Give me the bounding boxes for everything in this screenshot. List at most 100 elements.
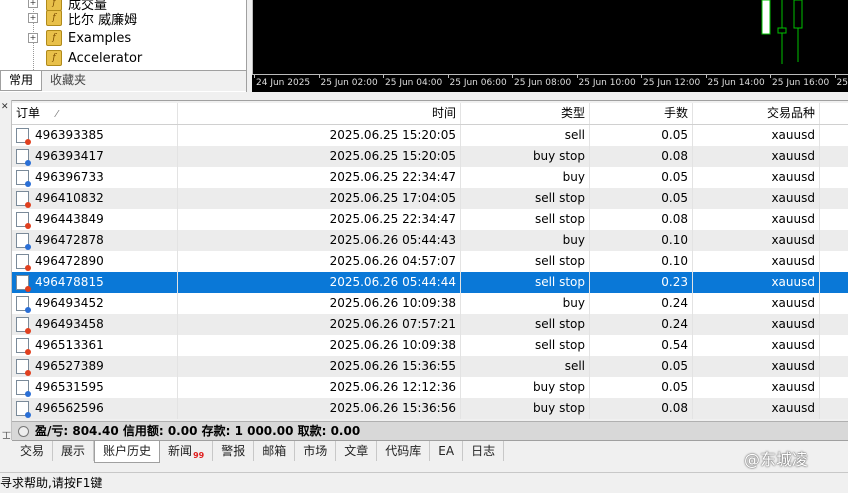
order-side-dot xyxy=(25,223,31,229)
time-tick-label: 24 Jun 2025 xyxy=(256,78,310,88)
tab-label: 日志 xyxy=(471,444,495,458)
navigator-item[interactable]: +fExamples xyxy=(30,29,131,47)
order-side-dot xyxy=(25,370,31,376)
candle-body xyxy=(762,0,770,34)
navigator-tab[interactable]: 常用 xyxy=(0,71,42,91)
order-type: sell xyxy=(461,356,590,377)
order-number: 496393385 xyxy=(35,128,104,142)
table-row[interactable]: 4965273892025.06.26 15:36:55sell0.05xauu… xyxy=(12,356,848,377)
terminal-tabs: 交易展示账户历史新闻99警报邮箱市场文章代码库 EA 日志 xyxy=(12,440,848,463)
sell-order-icon xyxy=(16,338,29,353)
time-tick-label: 25 Jun 08:00 xyxy=(514,78,571,88)
order-number: 496493452 xyxy=(35,296,104,310)
order-type: sell stop xyxy=(461,251,590,272)
buy-order-icon xyxy=(16,401,29,416)
tab-9[interactable]: EA xyxy=(430,441,463,461)
table-row[interactable]: 4964934582025.06.26 07:57:21sell stop0.2… xyxy=(12,314,848,335)
order-number: 496472890 xyxy=(35,254,104,268)
column-header-type[interactable]: 类型 xyxy=(461,103,590,124)
order-number: 496472878 xyxy=(35,233,104,247)
buy-order-icon xyxy=(16,149,29,164)
column-header-volume[interactable]: 手数 xyxy=(590,103,693,124)
time-tick-label: 25 Jun 14:00 xyxy=(708,78,765,88)
history-table: 订单⁄ 时间 类型 手数 交易品种 496393385 2025.06.25 15… xyxy=(12,103,848,419)
table-row[interactable]: 4963933852025.06.25 15:20:05sell0.05xauu… xyxy=(12,125,848,146)
order-volume: 0.08 xyxy=(590,146,693,167)
tab-4[interactable]: 警报 xyxy=(213,441,254,461)
table-row[interactable]: 4964728902025.06.26 04:57:07sell stop0.1… xyxy=(12,251,848,272)
order-cell: 496410832 xyxy=(12,188,178,209)
time-tick xyxy=(383,74,384,78)
row-filler xyxy=(820,167,848,188)
indicator-folder-icon: f xyxy=(46,10,62,26)
tab-label: 代码库 xyxy=(385,444,421,458)
order-symbol: xauusd xyxy=(693,377,820,398)
order-time: 2025.06.25 15:20:05 xyxy=(178,125,461,146)
order-number: 496513361 xyxy=(35,338,104,352)
table-row[interactable]: 4964728782025.06.26 05:44:43buy0.10xauus… xyxy=(12,230,848,251)
table-row[interactable]: 4964438492025.06.25 22:34:47sell stop0.0… xyxy=(12,209,848,230)
navigator-item[interactable]: fAccelerator xyxy=(30,49,142,67)
row-filler xyxy=(820,356,848,377)
order-time: 2025.06.26 12:12:36 xyxy=(178,377,461,398)
table-row[interactable]: 4963967332025.06.25 22:34:47buy0.05xauus… xyxy=(12,167,848,188)
time-axis xyxy=(252,74,848,75)
table-row[interactable]: 4965133612025.06.26 10:09:38sell stop0.5… xyxy=(12,335,848,356)
tab-1[interactable]: 展示 xyxy=(53,441,94,461)
order-type: buy stop xyxy=(461,398,590,419)
table-row[interactable]: 4964934522025.06.26 10:09:38buy0.24xauus… xyxy=(12,293,848,314)
order-symbol: xauusd xyxy=(693,356,820,377)
order-side-dot xyxy=(25,139,31,145)
row-filler xyxy=(820,335,848,356)
table-row[interactable]: 4965315952025.06.26 12:12:36buy stop0.05… xyxy=(12,377,848,398)
order-volume: 0.08 xyxy=(590,209,693,230)
splitter[interactable] xyxy=(0,92,848,101)
sell-order-icon xyxy=(16,317,29,332)
close-icon[interactable]: ✕ xyxy=(1,102,9,112)
column-header-symbol[interactable]: 交易品种 xyxy=(693,103,820,124)
row-filler xyxy=(820,377,848,398)
table-row[interactable]: 4964108322025.06.25 17:04:05sell stop0.0… xyxy=(12,188,848,209)
tab-label: EA xyxy=(438,444,454,458)
expand-icon[interactable]: + xyxy=(28,13,38,23)
column-header-order[interactable]: 订单⁄ xyxy=(12,103,178,124)
order-time: 2025.06.26 05:44:43 xyxy=(178,230,461,251)
column-header-time[interactable]: 时间 xyxy=(178,103,461,124)
order-time: 2025.06.25 22:34:47 xyxy=(178,167,461,188)
navigator-item[interactable]: +f比尔 威廉姆 xyxy=(30,9,137,27)
summary-text: 盈/亏: 804.40 信用额: 0.00 存款: 1 000.00 取款: 0… xyxy=(35,424,360,438)
tab-6[interactable]: 市场 xyxy=(295,441,336,461)
order-side-dot xyxy=(25,265,31,271)
tab-8[interactable]: 代码库 xyxy=(377,441,430,461)
order-side-dot xyxy=(25,328,31,334)
navigator-item-label: Examples xyxy=(68,31,131,46)
status-text: 寻求帮助,请按F1键 xyxy=(0,476,102,490)
tab-0[interactable]: 交易 xyxy=(12,441,53,461)
expand-icon[interactable]: + xyxy=(28,33,38,43)
order-symbol: xauusd xyxy=(693,188,820,209)
candle-body xyxy=(778,28,786,33)
price-chart[interactable]: 24 Jun 202525 Jun 02:0025 Jun 04:0025 Ju… xyxy=(252,0,848,92)
order-time: 2025.06.26 04:57:07 xyxy=(178,251,461,272)
tab-label: 市场 xyxy=(303,444,327,458)
expand-icon[interactable]: + xyxy=(28,0,38,8)
tab-7[interactable]: 文章 xyxy=(336,441,377,461)
order-time: 2025.06.26 15:36:55 xyxy=(178,356,461,377)
order-type: buy xyxy=(461,167,590,188)
table-row[interactable]: 4965625962025.06.26 15:36:56buy stop0.08… xyxy=(12,398,848,419)
order-cell: 496472890 xyxy=(12,251,178,272)
order-type: sell stop xyxy=(461,335,590,356)
navigator-tabs: 常用收藏夹 xyxy=(0,70,246,91)
sell-order-icon xyxy=(16,212,29,227)
table-row[interactable]: 4964788152025.06.26 05:44:44sell stop0.2… xyxy=(12,272,848,293)
tab-5[interactable]: 邮箱 xyxy=(254,441,295,461)
tab-3[interactable]: 新闻99 xyxy=(160,441,213,461)
navigator-tab[interactable]: 收藏夹 xyxy=(42,71,94,90)
tab-2[interactable]: 账户历史 xyxy=(94,441,160,463)
tab-10[interactable]: 日志 xyxy=(463,441,504,461)
table-row[interactable]: 4963934172025.06.25 15:20:05buy stop0.08… xyxy=(12,146,848,167)
sell-order-icon xyxy=(16,254,29,269)
order-time: 2025.06.26 15:36:56 xyxy=(178,398,461,419)
navigator-item-label: Accelerator xyxy=(68,51,142,66)
tab-label: 展示 xyxy=(61,444,85,458)
